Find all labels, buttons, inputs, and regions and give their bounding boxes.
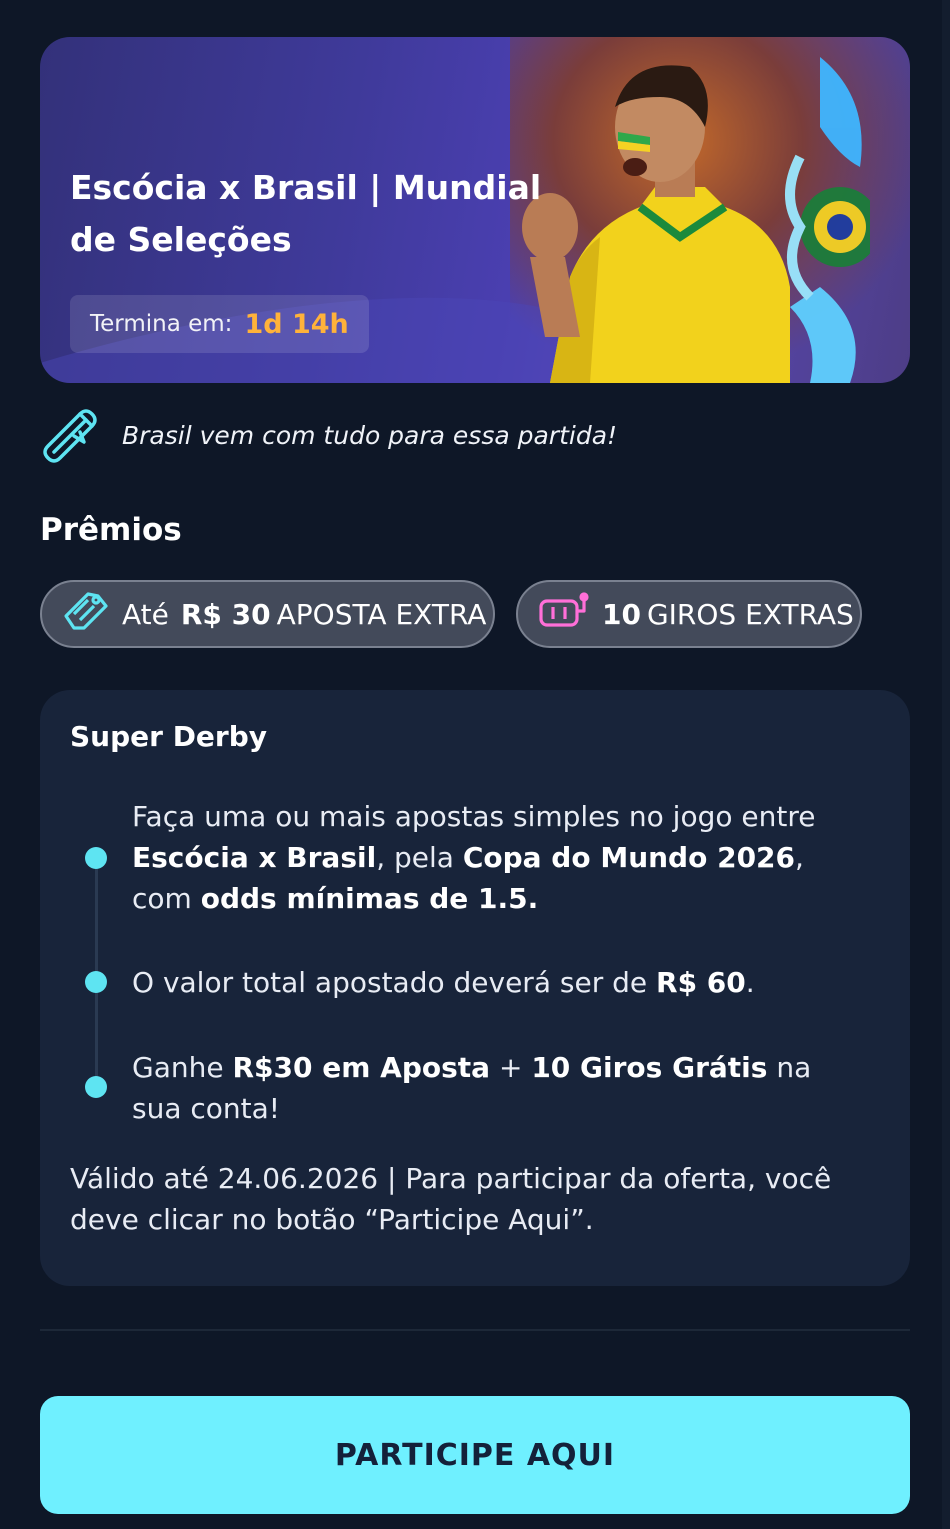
step-3-text: Ganhe R$30 em Aposta + 10 Giros Grátis n… <box>132 1051 812 1125</box>
offer-details-card: Super Derby Faça uma ou mais apostas sim… <box>40 690 910 1286</box>
prize-chip-spins-amount: 10 <box>602 597 641 631</box>
prizes-heading: Prêmios <box>40 512 182 548</box>
tagline-text: Brasil vem com tudo para essa partida! <box>122 420 618 450</box>
prize-chip-bet-amount: R$ 30 <box>180 597 271 631</box>
step-1-dot <box>85 847 107 869</box>
prize-chip-spins-suffix: GIROS EXTRAS <box>646 597 854 631</box>
scroll-ticket-icon <box>40 402 102 468</box>
step-1-text: Faça uma ou mais apostas simples no jogo… <box>132 800 816 915</box>
scrollbar-track[interactable] <box>942 0 950 1529</box>
card-title: Super Derby <box>70 720 268 753</box>
ticket-icon <box>62 588 110 641</box>
step-2-text: O valor total apostado deverá ser de R$ … <box>132 966 755 999</box>
banner-title: Escócia x Brasil | Mundial de Seleções <box>70 168 542 259</box>
slot-machine-icon <box>538 591 590 638</box>
promo-banner: Escócia x Brasil | Mundial de Seleções T… <box>40 37 910 383</box>
validity-text: Válido até 24.06.2026 | Para participar … <box>70 1162 832 1236</box>
participate-button[interactable]: PARTICIPE AQUI <box>40 1396 910 1514</box>
step-2-dot <box>85 971 107 993</box>
divider <box>40 1329 910 1331</box>
steps-timeline-line <box>95 848 98 1078</box>
prize-chip-spins[interactable]: 10 GIROS EXTRAS <box>516 580 862 648</box>
prize-chip-bet-suffix: APOSTA EXTRA <box>276 597 487 631</box>
countdown-label: Termina em: <box>90 311 233 337</box>
countdown-value: 1d 14h <box>244 308 349 340</box>
prize-chip-bet[interactable]: Até R$ 30 APOSTA EXTRA <box>40 580 495 648</box>
step-3-dot <box>85 1076 107 1098</box>
tagline: Brasil vem com tudo para essa partida! <box>40 400 617 470</box>
countdown-badge: Termina em: 1d 14h <box>70 295 369 353</box>
prize-chip-bet-prefix: Até <box>122 597 169 631</box>
